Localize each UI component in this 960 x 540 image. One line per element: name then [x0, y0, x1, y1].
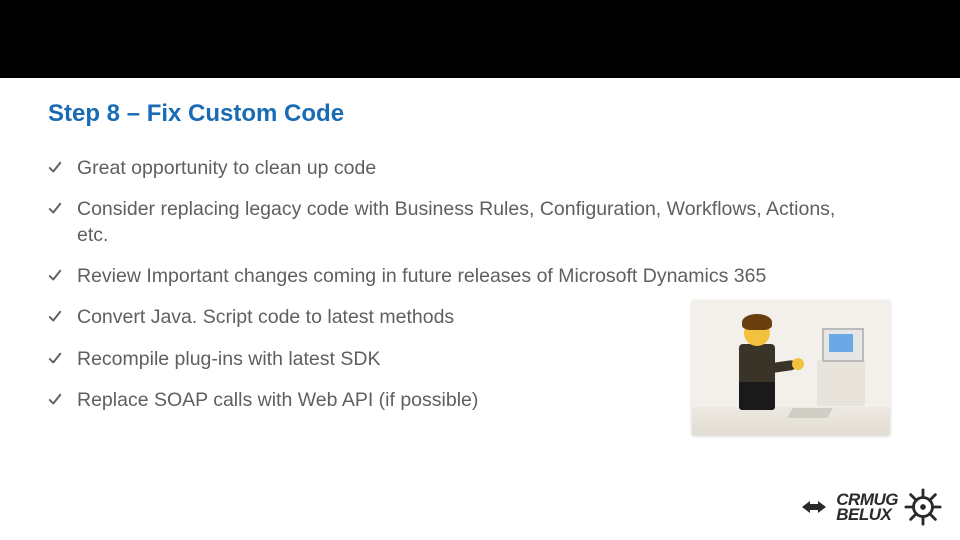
check-icon	[48, 161, 62, 175]
check-icon	[48, 202, 62, 216]
check-icon	[48, 352, 62, 366]
figure-graphic	[692, 300, 890, 435]
bullet-text: Review Important changes coming in futur…	[77, 264, 867, 289]
slide-title: Step 8 – Fix Custom Code	[48, 100, 912, 128]
ship-wheel-icon	[904, 488, 942, 526]
arrows-icon	[800, 493, 828, 521]
check-icon	[48, 393, 62, 407]
check-icon	[48, 269, 62, 283]
list-item: Consider replacing legacy code with Busi…	[48, 197, 912, 248]
logo-text: CRMUG BELUX	[836, 492, 898, 523]
footer-logo: CRMUG BELUX	[800, 488, 942, 526]
bullet-text: Great opportunity to clean up code	[77, 156, 867, 181]
bullet-text: Consider replacing legacy code with Busi…	[77, 197, 867, 248]
top-black-bar	[0, 0, 960, 78]
list-item: Great opportunity to clean up code	[48, 156, 912, 181]
check-icon	[48, 310, 62, 324]
logo-line2: BELUX	[836, 507, 898, 522]
list-item: Review Important changes coming in futur…	[48, 264, 912, 289]
illustration-lego-computer	[692, 300, 890, 435]
